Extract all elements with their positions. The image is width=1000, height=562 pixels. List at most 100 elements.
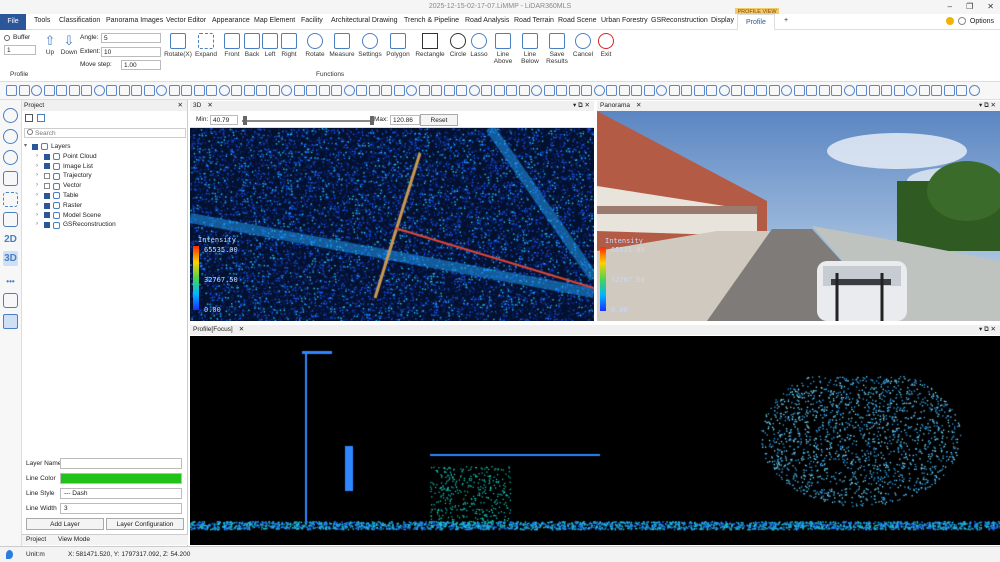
tool-icon[interactable]	[693, 85, 705, 96]
add-layer-button[interactable]: Add Layer	[26, 518, 104, 530]
lasso-button[interactable]: Lasso	[470, 33, 488, 58]
view-controls[interactable]: ▾ ⧉ ✕	[979, 325, 996, 335]
range-slider-track[interactable]	[242, 120, 372, 122]
tool-icon[interactable]	[968, 85, 980, 96]
measure-button[interactable]: Measure	[328, 33, 356, 58]
tool-icon[interactable]	[931, 85, 942, 96]
tool-icon[interactable]	[56, 85, 67, 96]
rotate-button[interactable]: Rotate	[304, 33, 326, 58]
tab-project[interactable]: Project	[26, 536, 46, 543]
close-icon[interactable]: ✕	[207, 102, 212, 109]
checkbox[interactable]	[44, 222, 50, 229]
tab-tools[interactable]: Tools	[34, 17, 50, 24]
cloud-upload-icon[interactable]	[3, 129, 18, 144]
rotate-x-button[interactable]: Rotate(X)	[163, 33, 193, 58]
tool-icon[interactable]	[631, 85, 642, 96]
tree-item[interactable]: › Raster	[24, 201, 116, 211]
movestep-input[interactable]: 1.00	[121, 60, 161, 70]
image-icon[interactable]	[3, 293, 18, 308]
tool-icon[interactable]	[731, 85, 742, 96]
tab-classification[interactable]: Classification	[59, 17, 100, 24]
settings-icon[interactable]	[957, 17, 966, 25]
panel-pin-close-icons[interactable]: ✕	[178, 100, 183, 111]
add-tab-button[interactable]: +	[784, 17, 788, 24]
tool-icon[interactable]	[481, 85, 492, 96]
profile-canvas[interactable]	[190, 336, 1000, 545]
layer-name-field[interactable]	[60, 458, 182, 469]
tool-icon[interactable]	[518, 85, 530, 96]
tool-icon[interactable]	[231, 85, 242, 96]
checkbox[interactable]	[44, 173, 50, 180]
tool-icon[interactable]	[681, 85, 692, 96]
cancel-button[interactable]: Cancel	[572, 33, 594, 58]
tool-icon[interactable]	[143, 85, 155, 96]
view-controls[interactable]: ▾ ⧉ ✕	[573, 101, 590, 111]
tree-item[interactable]: ▾ Layers	[24, 142, 116, 152]
checkbox[interactable]	[44, 183, 50, 190]
tool-icon[interactable]	[356, 85, 367, 96]
tool-icon[interactable]	[581, 85, 592, 96]
tool-icon[interactable]	[493, 85, 505, 96]
tool-icon[interactable]	[643, 85, 655, 96]
rectangle-button[interactable]: Rectangle	[414, 33, 446, 58]
tree-item[interactable]: › Point Cloud	[24, 152, 116, 162]
angle-input[interactable]: 5	[101, 33, 161, 43]
tool-icon[interactable]	[343, 85, 355, 96]
tool-icon[interactable]	[206, 85, 217, 96]
tool-icon[interactable]	[756, 85, 767, 96]
tab-appearance[interactable]: Appearance	[212, 17, 250, 24]
tab-urban-forestry[interactable]: Urban Forestry	[601, 17, 648, 24]
tool-icon[interactable]	[381, 85, 392, 96]
tool-icon[interactable]	[456, 85, 467, 96]
tool-icon[interactable]	[131, 85, 142, 96]
tool-icon[interactable]	[106, 85, 117, 96]
tool-icon[interactable]	[793, 85, 805, 96]
settings-button[interactable]: Settings	[357, 33, 383, 58]
buffer-radio[interactable]: Buffer	[4, 34, 30, 41]
tool-icon[interactable]	[68, 85, 80, 96]
tool-icon[interactable]	[443, 85, 455, 96]
search-input[interactable]: Search	[24, 128, 186, 138]
tool-icon[interactable]	[31, 85, 42, 96]
database-icon[interactable]	[37, 114, 45, 122]
min-input[interactable]: 40.79	[210, 115, 238, 125]
tool-icon[interactable]	[781, 85, 792, 96]
profile-viewport[interactable]	[190, 336, 1000, 545]
expand-button[interactable]: Expand	[194, 33, 218, 58]
tool-icon[interactable]	[118, 85, 130, 96]
checkbox[interactable]	[32, 143, 38, 150]
tab-panorama-images[interactable]: Panorama Images	[106, 17, 163, 24]
close-icon[interactable]: ✕	[987, 2, 994, 11]
tool-icon[interactable]	[843, 85, 855, 96]
tool-icon[interactable]	[156, 85, 167, 96]
tool-icon[interactable]	[906, 85, 917, 96]
polygon-button[interactable]: Polygon	[385, 33, 411, 58]
tree-item[interactable]: › Image List	[24, 162, 116, 172]
tab-road-analysis[interactable]: Road Analysis	[465, 17, 509, 24]
add-cloud-icon[interactable]	[3, 108, 18, 123]
tool-icon[interactable]	[768, 85, 780, 96]
line-above-button[interactable]: Line Above	[491, 33, 515, 65]
panorama-view[interactable]: Intensity 65535.00 32767.50 0.00	[597, 111, 1000, 321]
tool-icon[interactable]	[618, 85, 630, 96]
tool-icon[interactable]	[943, 85, 955, 96]
tool-icon[interactable]	[868, 85, 880, 96]
range-handle-min[interactable]	[243, 116, 247, 125]
expand-arrow-icon[interactable]: ›	[36, 181, 42, 191]
tool-icon[interactable]	[256, 85, 267, 96]
tool-icon[interactable]	[406, 85, 417, 96]
tool-icon[interactable]	[856, 85, 867, 96]
tool-icon[interactable]	[181, 85, 192, 96]
tab-profile-focus[interactable]: Profile[Focus]	[193, 326, 233, 333]
tool-icon[interactable]	[43, 85, 55, 96]
close-icon[interactable]: ✕	[239, 326, 244, 333]
checkbox[interactable]	[44, 192, 50, 199]
tool-icon[interactable]	[881, 85, 892, 96]
expand-arrow-icon[interactable]: ›	[36, 220, 42, 230]
tool-icon[interactable]	[393, 85, 405, 96]
tab-trench-pipeline[interactable]: Trench & Pipeline	[404, 17, 459, 24]
up-button[interactable]: ⇧ Up	[43, 33, 57, 56]
tab-3d[interactable]: 3D	[193, 102, 201, 109]
expand-arrow-icon[interactable]: ›	[36, 171, 42, 181]
3d-box-icon[interactable]	[3, 212, 18, 227]
